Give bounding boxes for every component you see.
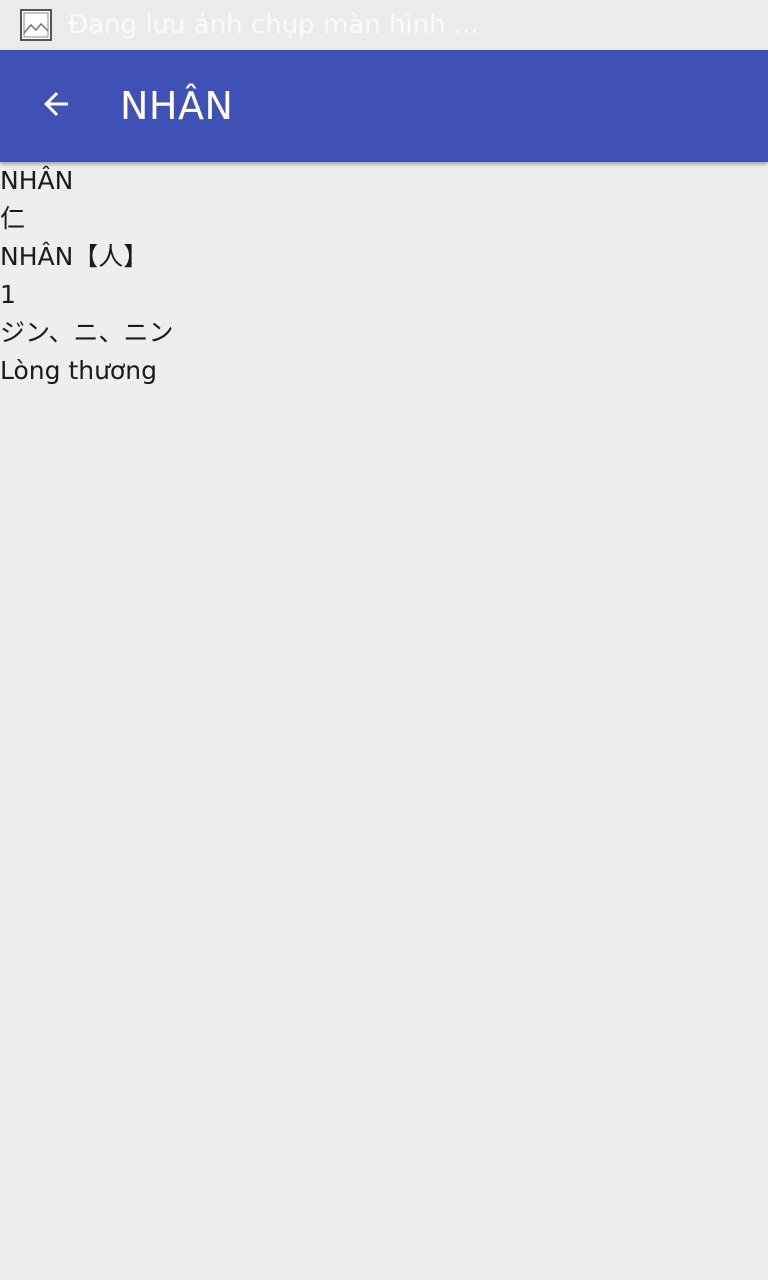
arrow-back-icon	[38, 86, 74, 126]
notification-text: Đang lưu ảnh chụp màn hình ...	[68, 10, 479, 40]
entry-detail: NHÂN 仁 NHÂN【人】 1 ジン、ニ、ニン Lòng thương	[0, 162, 768, 390]
entry-on-reading: ジン、ニ、ニン	[0, 318, 174, 347]
status-bar: Đang lưu ảnh chụp màn hình ...	[0, 0, 768, 50]
app-bar: NHÂN	[0, 50, 768, 162]
page-title: NHÂN	[120, 84, 234, 128]
entry-level: 1	[0, 280, 16, 309]
image-icon	[20, 9, 52, 41]
back-button[interactable]	[0, 50, 112, 162]
entry-kanji: 仁	[0, 204, 26, 233]
entry-reading: NHÂN	[0, 166, 74, 195]
entry-radical: NHÂN【人】	[0, 242, 149, 271]
entry-meaning: Lòng thương	[0, 356, 157, 385]
